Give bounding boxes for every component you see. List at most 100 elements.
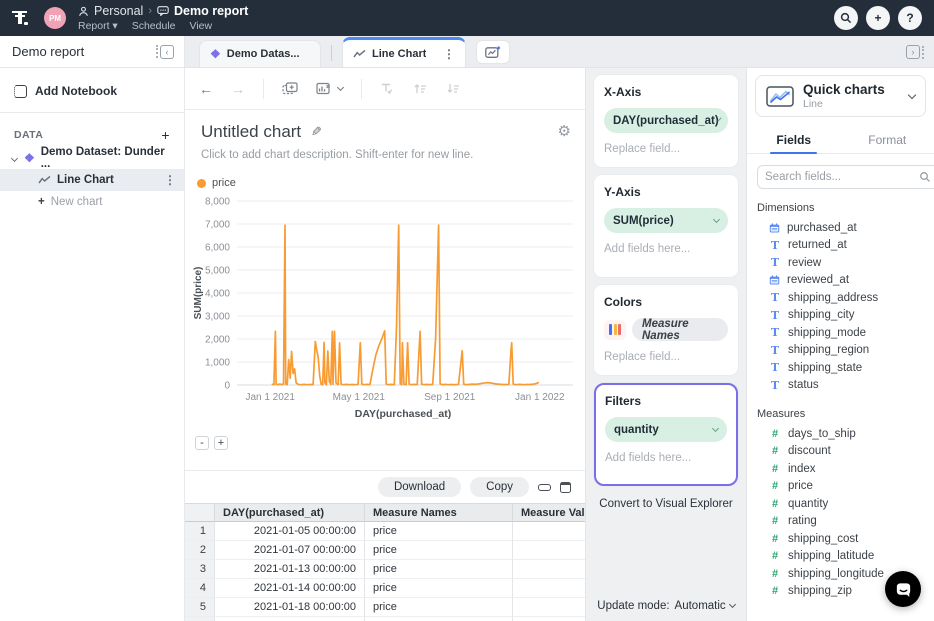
dimension-item[interactable]: reviewed_at <box>747 272 934 290</box>
measure-item[interactable]: #index <box>747 460 934 478</box>
table-row[interactable]: 52021-01-18 00:00:00price <box>185 598 585 617</box>
results-table: DAY(purchased_at) Measure Names Measure … <box>185 503 585 621</box>
search-fields-box[interactable] <box>757 165 934 189</box>
y-axis-field-pill[interactable]: SUM(price) <box>604 208 728 233</box>
divider <box>0 112 184 113</box>
measure-item[interactable]: #discount <box>747 443 934 461</box>
dimension-name: review <box>788 257 821 269</box>
number-type-icon: # <box>769 568 781 580</box>
sidebar-item-dataset[interactable]: ❖ Demo Dataset: Dunder ... <box>0 147 184 169</box>
breadcrumb-report-title[interactable]: Demo report <box>174 4 248 18</box>
app-logo-icon[interactable] <box>12 11 30 26</box>
chart-title[interactable]: Untitled chart <box>201 122 301 142</box>
help-button[interactable]: ? <box>898 6 922 30</box>
menu-schedule[interactable]: Schedule <box>132 20 176 32</box>
chart-legend[interactable]: price <box>197 177 585 189</box>
item-menu-icon[interactable]: ⋮ <box>164 173 176 187</box>
sidebar-item-new-chart[interactable]: + New chart <box>0 191 184 213</box>
zoom-out-button[interactable]: - <box>195 436 209 450</box>
maximize-results-icon[interactable] <box>560 482 571 493</box>
collapse-sidebar-button[interactable]: ‹ <box>156 45 174 59</box>
measure-item[interactable]: #days_to_ship <box>747 425 934 443</box>
table-row[interactable]: 12021-01-05 00:00:00price <box>185 522 585 541</box>
svg-text:8,000: 8,000 <box>205 197 230 208</box>
x-axis-drop-placeholder[interactable]: Replace field... <box>604 143 728 155</box>
menu-report[interactable]: Report ▾ <box>78 20 118 32</box>
measure-item[interactable]: #shipping_cost <box>747 530 934 548</box>
search-button[interactable] <box>834 6 858 30</box>
y-axis-drop-placeholder[interactable]: Add fields here... <box>604 243 728 255</box>
filters-drop-placeholder[interactable]: Add fields here... <box>605 452 727 464</box>
text-type-icon: T <box>769 309 781 322</box>
results-section: Download Copy DAY(purchased_at) Measure … <box>185 470 585 621</box>
measure-item[interactable]: #rating <box>747 513 934 531</box>
dimension-item[interactable]: Tshipping_state <box>747 359 934 377</box>
dimension-item[interactable]: Tshipping_city <box>747 307 934 325</box>
tab-demo-dataset[interactable]: ❖ Demo Datas... <box>199 40 321 67</box>
convert-to-visual-explorer-link[interactable]: Convert to Visual Explorer <box>594 498 738 510</box>
chevron-down-icon <box>729 601 736 608</box>
measure-item[interactable]: #quantity <box>747 495 934 513</box>
chat-widget-button[interactable] <box>885 571 921 607</box>
dimension-item[interactable]: Treturned_at <box>747 237 934 255</box>
chart-settings-icon[interactable]: ⚙ <box>558 122 571 140</box>
tab-fields[interactable]: Fields <box>747 126 841 153</box>
dimension-item[interactable]: Tstatus <box>747 377 934 395</box>
add-notebook-button[interactable]: Add Notebook <box>0 78 184 104</box>
sort-ascending-button[interactable] <box>413 82 428 95</box>
col-header-measure-names[interactable]: Measure Names <box>365 504 513 522</box>
tab-format[interactable]: Format <box>841 126 934 153</box>
download-button[interactable]: Download <box>378 477 461 497</box>
tab-menu-icon[interactable]: ⋮ <box>443 47 455 61</box>
update-mode-value[interactable]: Automatic <box>675 600 726 612</box>
sidebar-item-line-chart[interactable]: Line Chart ⋮ <box>0 169 184 191</box>
chart-title-row[interactable]: Untitled chart ✎ <box>201 122 569 142</box>
number-type-icon: # <box>769 533 781 545</box>
table-row[interactable]: 62021-01-20 00:00:00price <box>185 617 585 621</box>
line-chart-plot[interactable]: 01,0002,0003,0004,0005,0006,0007,0008,00… <box>187 193 579 408</box>
remove-chart-button[interactable] <box>316 82 343 95</box>
col-header-date[interactable]: DAY(purchased_at) <box>215 504 365 522</box>
redo-button[interactable]: → <box>231 81 245 97</box>
measure-item[interactable]: #price <box>747 478 934 496</box>
field-search-row: ƒ+ <box>757 165 924 189</box>
topbar: PM Personal › Demo report Report ▾ Sched… <box>0 0 934 36</box>
search-fields-input[interactable] <box>765 171 919 183</box>
table-row[interactable]: 32021-01-13 00:00:00price <box>185 560 585 579</box>
dimension-item[interactable]: Treview <box>747 254 934 272</box>
sort-descending-button[interactable] <box>446 82 461 95</box>
dimension-item[interactable]: Tshipping_region <box>747 342 934 360</box>
undo-button[interactable]: ← <box>199 81 213 97</box>
expand-panel-button[interactable]: › <box>906 45 924 59</box>
col-header-measure-values[interactable]: Measure Values <box>513 504 585 522</box>
chart-description-placeholder[interactable]: Click to add chart description. Shift-en… <box>201 149 569 161</box>
table-row[interactable]: 42021-01-14 00:00:00price <box>185 579 585 598</box>
new-chart-tab-button[interactable] <box>476 40 510 64</box>
x-axis-field-pill[interactable]: DAY(purchased_at) <box>604 108 728 133</box>
report-title: Demo report <box>12 44 84 59</box>
minimize-results-icon[interactable] <box>538 484 551 491</box>
zoom-in-button[interactable]: + <box>214 436 228 450</box>
edit-title-icon[interactable]: ✎ <box>311 124 322 140</box>
add-to-dashboard-button[interactable] <box>282 82 298 95</box>
colors-field-pill[interactable]: Measure Names <box>632 318 728 341</box>
copy-button[interactable]: Copy <box>470 477 529 497</box>
color-palette-icon[interactable] <box>604 320 626 340</box>
menu-view[interactable]: View <box>190 20 213 32</box>
breadcrumb: Personal › Demo report <box>78 4 248 18</box>
add-data-button[interactable]: + <box>161 127 170 143</box>
dimension-item[interactable]: Tshipping_address <box>747 289 934 307</box>
filters-field-pill[interactable]: quantity <box>605 417 727 442</box>
colors-drop-placeholder[interactable]: Replace field... <box>604 351 728 363</box>
update-mode-control[interactable]: Update mode:Automatic <box>586 600 746 612</box>
tab-line-chart[interactable]: Line Chart ⋮ <box>342 37 466 67</box>
dimension-item[interactable]: Tshipping_mode <box>747 324 934 342</box>
swap-axes-button[interactable] <box>380 82 395 95</box>
breadcrumb-workspace[interactable]: Personal <box>94 4 143 18</box>
avatar[interactable]: PM <box>44 7 66 29</box>
measure-item[interactable]: #shipping_latitude <box>747 548 934 566</box>
table-row[interactable]: 22021-01-07 00:00:00price <box>185 541 585 560</box>
quick-charts-selector[interactable]: Quick charts Line <box>755 75 926 117</box>
dimension-item[interactable]: purchased_at <box>747 219 934 237</box>
add-button[interactable]: + <box>866 6 890 30</box>
